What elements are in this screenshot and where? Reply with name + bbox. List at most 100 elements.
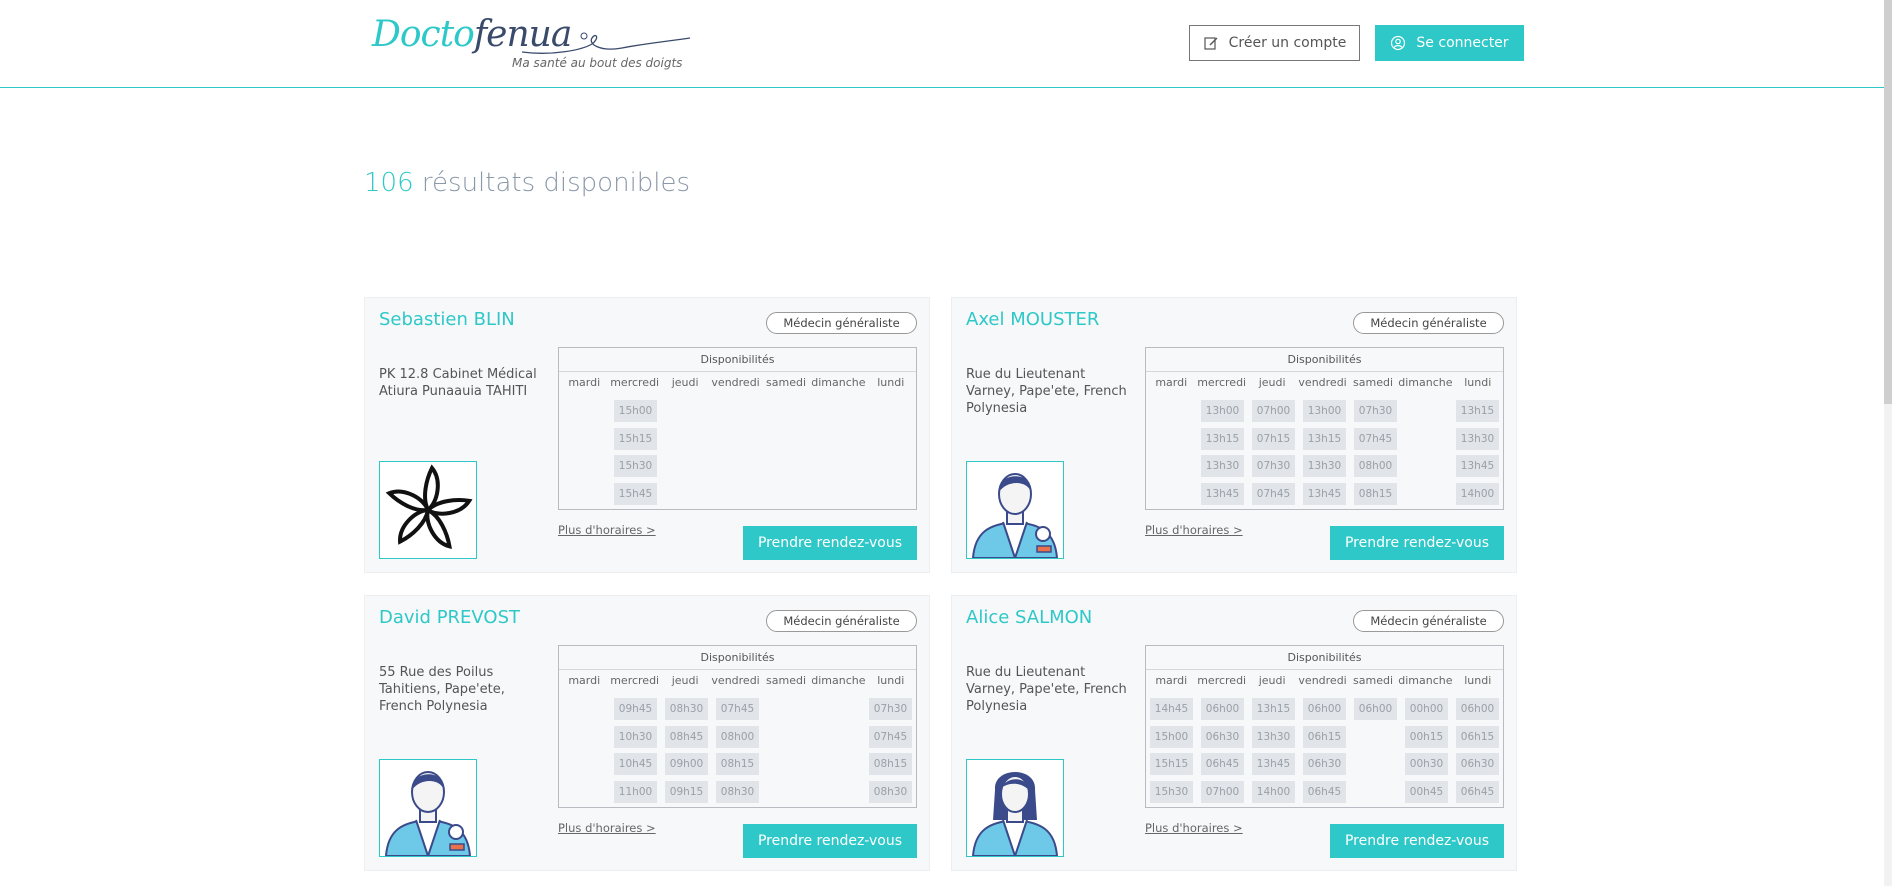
time-slot[interactable]: 15h15 — [614, 427, 657, 450]
day-header-row: mardi mercredi jeudi vendredi samedi dimanche… — [559, 372, 916, 394]
availability-table: Disponibilités mardi mercredi jeudi vendredi… — [558, 347, 917, 510]
slot-column — [559, 698, 610, 808]
time-slot[interactable]: 13h15 — [1252, 698, 1295, 720]
time-slot[interactable]: 06h45 — [1303, 780, 1346, 803]
time-slot[interactable]: 10h30 — [614, 725, 657, 748]
create-account-button[interactable]: Créer un compte — [1189, 25, 1360, 61]
time-slot[interactable]: 09h00 — [665, 753, 708, 775]
time-slot[interactable]: 00h45 — [1405, 780, 1448, 803]
slot-column: 13h15 13h30 13h45 14h00 — [1248, 698, 1299, 808]
time-slot[interactable]: 06h00 — [1201, 698, 1244, 720]
slot-column: 07h45 08h00 08h15 08h30 — [712, 698, 763, 808]
time-slot[interactable]: 08h15 — [716, 753, 759, 775]
time-slot[interactable]: 15h00 — [614, 400, 657, 422]
login-button[interactable]: Se connecter — [1375, 25, 1524, 61]
time-slot[interactable]: 10h45 — [614, 753, 657, 775]
time-slot[interactable]: 06h30 — [1303, 753, 1346, 775]
time-slot[interactable]: 08h30 — [665, 698, 708, 720]
book-appointment-button[interactable]: Prendre rendez-vous — [743, 824, 917, 858]
time-slot[interactable]: 08h00 — [1354, 455, 1397, 477]
time-slot[interactable]: 08h30 — [716, 780, 759, 803]
time-slot[interactable]: 13h15 — [1303, 427, 1346, 450]
time-slot[interactable]: 14h00 — [1456, 482, 1499, 505]
book-appointment-button[interactable]: Prendre rendez-vous — [1330, 526, 1504, 560]
doctor-male-icon — [967, 473, 1063, 558]
time-slot[interactable]: 06h15 — [1456, 725, 1499, 748]
time-slot[interactable]: 08h45 — [665, 725, 708, 748]
time-slot[interactable]: 06h00 — [1456, 698, 1499, 720]
time-slot[interactable]: 06h00 — [1354, 698, 1397, 720]
scrollbar-thumb[interactable] — [1884, 0, 1892, 404]
day-label: mercredi — [610, 674, 660, 687]
availability-table: Disponibilités mardi mercredi jeudi vendredi… — [1145, 347, 1504, 510]
time-slot[interactable]: 13h00 — [1201, 400, 1244, 422]
time-slot[interactable]: 14h45 — [1150, 698, 1193, 720]
time-slot[interactable]: 07h15 — [1252, 427, 1295, 450]
time-slot[interactable]: 13h30 — [1456, 427, 1499, 450]
time-slot[interactable]: 07h30 — [869, 698, 912, 720]
time-slot[interactable]: 15h45 — [614, 482, 657, 505]
time-slot[interactable]: 13h30 — [1252, 725, 1295, 748]
doctor-name[interactable]: Alice SALMON — [966, 607, 1092, 628]
time-slot[interactable]: 07h00 — [1252, 400, 1295, 422]
time-slot[interactable]: 08h15 — [1354, 482, 1397, 505]
book-appointment-button[interactable]: Prendre rendez-vous — [743, 526, 917, 560]
more-hours-link[interactable]: Plus d'horaires > — [558, 523, 656, 537]
time-slot[interactable]: 07h45 — [1252, 482, 1295, 505]
more-hours-link[interactable]: Plus d'horaires > — [1145, 821, 1243, 835]
time-slot[interactable]: 15h00 — [1150, 725, 1193, 748]
time-slot[interactable]: 13h00 — [1303, 400, 1346, 422]
time-slot[interactable]: 00h00 — [1405, 698, 1448, 720]
book-appointment-button[interactable]: Prendre rendez-vous — [1330, 824, 1504, 858]
time-slot[interactable]: 07h45 — [869, 725, 912, 748]
more-hours-link[interactable]: Plus d'horaires > — [558, 821, 656, 835]
slots-grid: 15h00 15h15 15h30 15h45 — [559, 400, 916, 510]
time-slot[interactable]: 07h30 — [1252, 455, 1295, 477]
time-slot[interactable]: 13h30 — [1201, 455, 1244, 477]
time-slot[interactable]: 11h00 — [614, 780, 657, 803]
more-hours-link[interactable]: Plus d'horaires > — [1145, 523, 1243, 537]
time-slot[interactable]: 09h15 — [665, 780, 708, 803]
time-slot[interactable]: 07h45 — [1354, 427, 1397, 450]
slot-column — [1146, 400, 1197, 510]
time-slot[interactable]: 08h30 — [869, 780, 912, 803]
day-label: mercredi — [610, 376, 660, 389]
time-slot[interactable]: 06h45 — [1456, 780, 1499, 803]
time-slot[interactable]: 06h15 — [1303, 725, 1346, 748]
time-slot[interactable]: 15h30 — [1150, 780, 1193, 803]
time-slot[interactable]: 13h30 — [1303, 455, 1346, 477]
doctor-address: Rue du Lieutenant Varney, Pape'ete, Fren… — [966, 665, 1127, 714]
time-slot[interactable]: 06h30 — [1456, 753, 1499, 775]
time-slot[interactable]: 15h15 — [1150, 753, 1193, 775]
scrollbar[interactable] — [1884, 0, 1892, 886]
time-slot[interactable]: 09h45 — [614, 698, 657, 720]
time-slot[interactable]: 15h30 — [614, 455, 657, 477]
time-slot[interactable]: 13h15 — [1456, 400, 1499, 422]
time-slot[interactable]: 13h45 — [1456, 455, 1499, 477]
time-slot[interactable]: 07h45 — [716, 698, 759, 720]
time-slot[interactable]: 06h30 — [1201, 725, 1244, 748]
specialty-badge: Médecin généraliste — [766, 610, 917, 632]
time-slot[interactable]: 06h00 — [1303, 698, 1346, 720]
time-slot[interactable]: 14h00 — [1252, 780, 1295, 803]
time-slot[interactable]: 06h45 — [1201, 753, 1244, 775]
logo[interactable]: Doctofenua Ma santé au bout des doigts — [372, 12, 692, 74]
time-slot[interactable]: 07h30 — [1354, 400, 1397, 422]
day-label: lundi — [877, 376, 905, 389]
doctor-name[interactable]: Axel MOUSTER — [966, 309, 1099, 330]
time-slot[interactable]: 00h30 — [1405, 753, 1448, 775]
time-slot[interactable]: 13h45 — [1252, 753, 1295, 775]
time-slot[interactable]: 13h45 — [1201, 482, 1244, 505]
doctor-name[interactable]: David PREVOST — [379, 607, 520, 628]
day-header-row: mardi mercredi jeudi vendredi samedi dimanche… — [1146, 670, 1503, 692]
time-slot[interactable]: 08h00 — [716, 725, 759, 748]
time-slot[interactable]: 07h00 — [1201, 780, 1244, 803]
slot-column — [559, 400, 610, 510]
time-slot[interactable]: 13h15 — [1201, 427, 1244, 450]
time-slot[interactable]: 08h15 — [869, 753, 912, 775]
slots-grid: 13h00 13h15 13h30 13h45 07h00 07h15 07h30 07h45… — [1146, 400, 1503, 510]
time-slot[interactable]: 13h45 — [1303, 482, 1346, 505]
doctor-name[interactable]: Sebastien BLIN — [379, 309, 515, 330]
time-slot[interactable]: 00h15 — [1405, 725, 1448, 748]
slot-column: 08h30 08h45 09h00 09h15 — [661, 698, 712, 808]
